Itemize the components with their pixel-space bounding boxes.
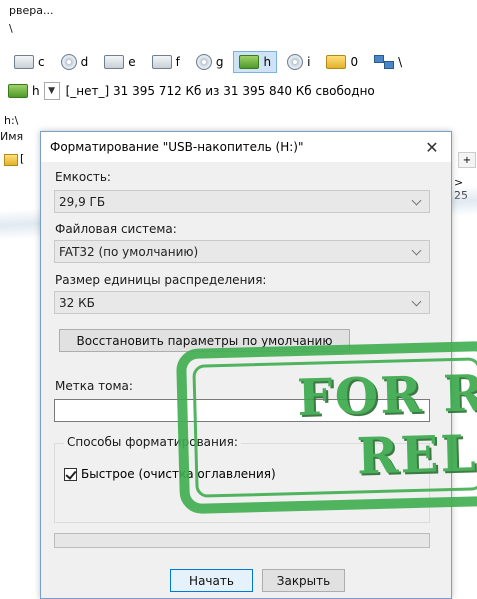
left-panel: h:\ Имя [: [0, 110, 40, 599]
close-icon[interactable]: ✕: [421, 136, 443, 158]
folder-icon: [4, 154, 18, 166]
drive-button-network[interactable]: \: [368, 51, 408, 73]
drive-button-d[interactable]: d: [55, 51, 95, 73]
column-name-header[interactable]: Имя: [0, 130, 23, 143]
usb-drive-icon: [8, 84, 28, 98]
drive-button-c[interactable]: c: [8, 51, 51, 73]
usb-drive-icon: [239, 55, 260, 69]
hdd-icon: [14, 55, 34, 69]
folder-item[interactable]: [: [20, 152, 24, 165]
for-release-stamp: FOR R REL: [175, 340, 477, 515]
stamp-text-line1: FOR R: [296, 363, 477, 428]
path-bar: h ▼ [_нет_] 31 395 712 Кб из 31 395 840 …: [8, 80, 375, 102]
allocation-size-label: Размер единицы распределения:: [55, 273, 267, 287]
capacity-label: Емкость:: [55, 170, 111, 184]
chevron-down-icon: [411, 296, 423, 308]
hdd-icon: [104, 55, 125, 69]
allocation-size-select[interactable]: 32 КБ: [54, 291, 430, 314]
capacity-select[interactable]: 29,9 ГБ: [54, 190, 430, 213]
dialog-title: Форматирование "USB-накопитель (H:)": [50, 140, 304, 154]
free-space-info: [_нет_] 31 395 712 Кб из 31 395 840 Кб с…: [65, 84, 375, 98]
screen: рвера... \ c d e f g h i 0 \ h ▼ [_нет_]…: [0, 0, 477, 599]
checkbox-checked-icon[interactable]: [64, 467, 77, 481]
dialog-titlebar[interactable]: Форматирование "USB-накопитель (H:)" ✕: [41, 132, 451, 162]
filesystem-select[interactable]: FAT32 (по умолчанию): [54, 240, 430, 263]
network-icon: [374, 55, 395, 69]
chevron-down-icon: [411, 245, 423, 257]
file-manager-top: рвера... \: [0, 0, 477, 44]
drive-button-f[interactable]: f: [146, 51, 186, 73]
chevron-down-icon[interactable]: ▼: [43, 82, 60, 100]
filesystem-label: Файловая система:: [55, 222, 177, 236]
drive-button-i[interactable]: i: [281, 51, 316, 73]
drive-button-e[interactable]: e: [98, 51, 141, 73]
sort-button[interactable]: +: [458, 152, 476, 168]
folder-icon: [326, 55, 347, 69]
stamp-text-line2: REL: [355, 423, 477, 486]
volume-label-label: Метка тома:: [55, 379, 133, 393]
format-progress-bar: [54, 533, 430, 548]
drive-button-h[interactable]: h: [233, 51, 278, 73]
chevron-down-icon: [411, 195, 423, 207]
panel-path: h:\: [4, 114, 19, 127]
drive-button-g[interactable]: g: [190, 51, 230, 73]
drive-button-0[interactable]: 0: [320, 51, 364, 73]
drive-bar: c d e f g h i 0 \: [8, 50, 408, 74]
cd-icon: [195, 54, 212, 70]
server-label: рвера...: [9, 4, 54, 17]
cd-icon: [287, 54, 304, 70]
drive-selector[interactable]: h ▼: [8, 82, 60, 100]
close-button[interactable]: Закрыть: [262, 569, 345, 592]
path-root: \: [9, 22, 13, 35]
start-button[interactable]: Начать: [170, 569, 253, 592]
hdd-icon: [151, 55, 172, 69]
cd-icon: [60, 54, 77, 70]
